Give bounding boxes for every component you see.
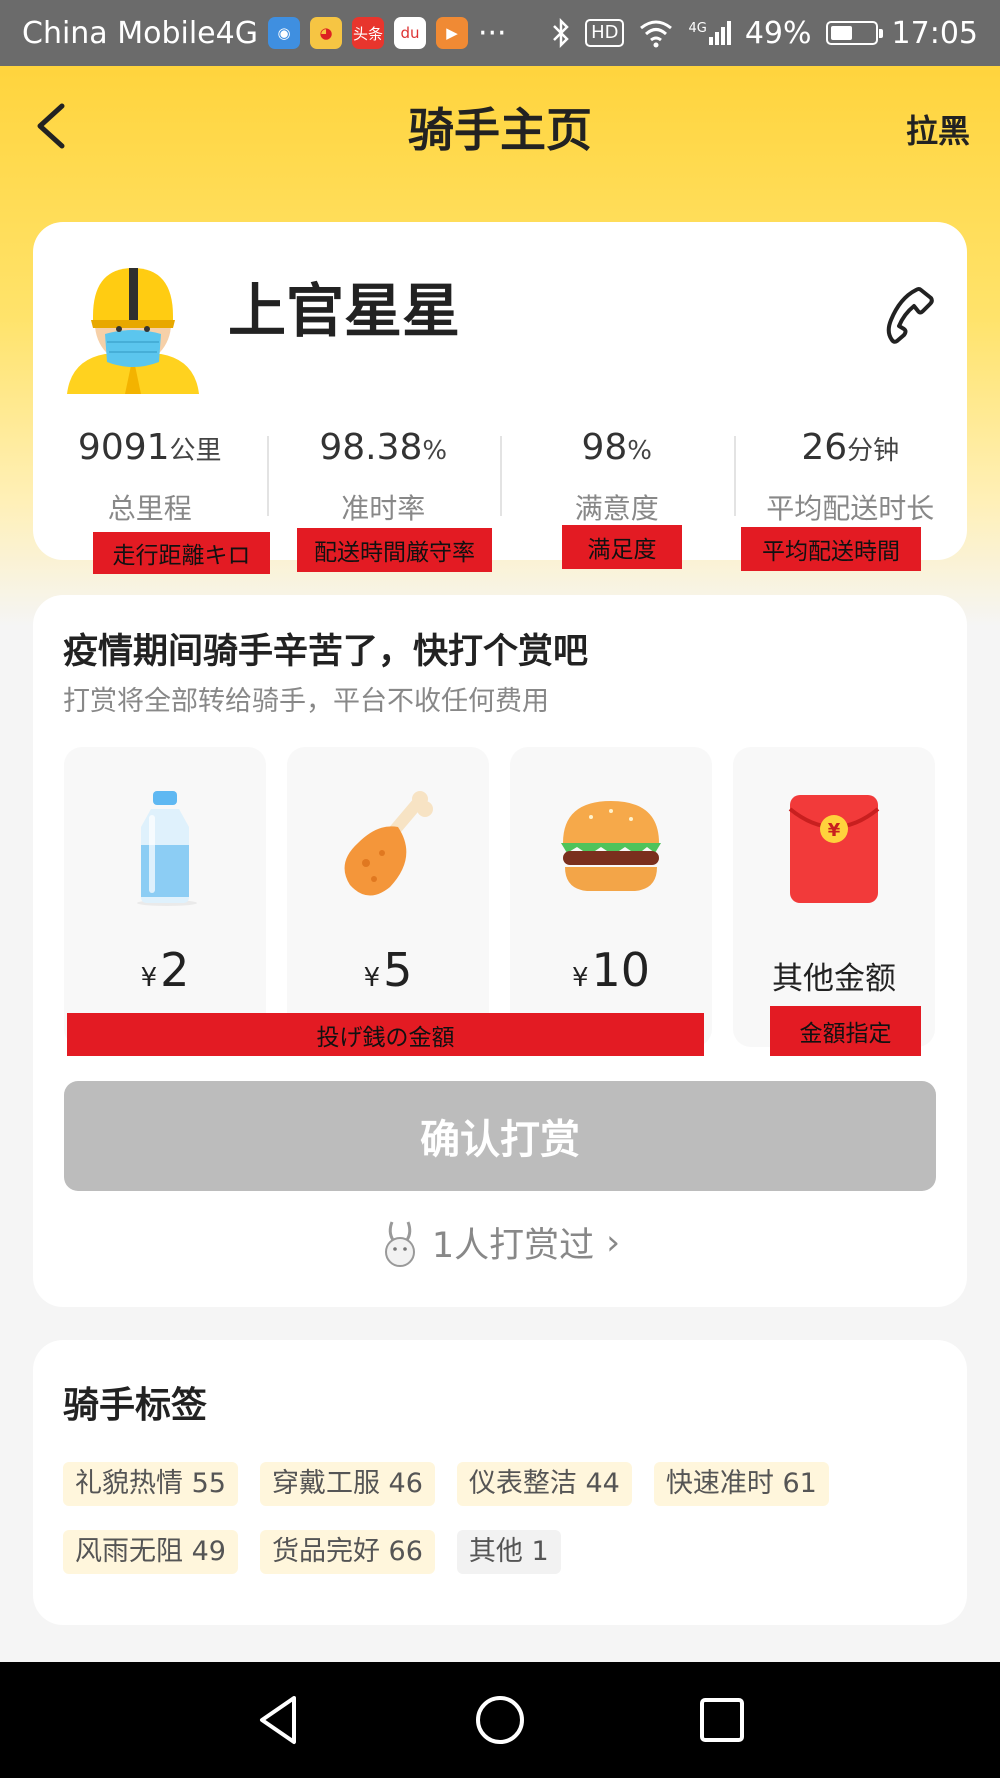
tip-title: 疫情期间骑手辛苦了，快打个赏吧 <box>63 632 589 672</box>
tag-item[interactable]: 风雨无阻 49 <box>63 1530 238 1574</box>
clock: 17:05 <box>891 15 978 51</box>
annotation-tip-amount: 投げ銭の金額 <box>67 1013 704 1056</box>
water-bottle-icon <box>137 791 197 906</box>
stat-label: 总里程 <box>107 492 192 525</box>
tip-amount-value: 2 <box>160 943 190 997</box>
toutiao-icon: 头条 <box>351 17 384 49</box>
tag-item[interactable]: 仪表整洁 44 <box>456 1462 632 1506</box>
page-title: 骑手主页 <box>408 103 592 157</box>
tip-amount: ¥5 <box>287 943 489 997</box>
stat-value: 26 <box>801 427 848 468</box>
browser-icon: ◉ <box>267 17 300 49</box>
annotation-custom-amount: 金額指定 <box>770 1006 921 1056</box>
more-notifications: ··· <box>477 15 507 51</box>
hd-badge: HD <box>585 19 625 47</box>
stat-value: 98 <box>581 427 628 468</box>
stat-satisfaction: 98% 满意度 <box>500 426 734 525</box>
stat-total-distance: 9091公里 总里程 <box>33 426 267 525</box>
back-triangle-icon[interactable] <box>250 1690 310 1750</box>
bluetooth-icon <box>553 17 569 49</box>
wifi-icon <box>640 20 673 48</box>
tip-amount: ¥2 <box>64 943 266 997</box>
stat-value: 98.38 <box>319 427 423 468</box>
tag-item[interactable]: 穿戴工服 46 <box>259 1462 435 1506</box>
home-circle-icon[interactable] <box>470 1690 530 1750</box>
tippers-link[interactable]: 1人打赏过 › <box>33 1217 967 1268</box>
currency-symbol: ¥ <box>140 963 158 993</box>
annotation-avg-time: 平均配送時間 <box>741 527 921 571</box>
envelope-yen-symbol: ¥ <box>828 820 841 841</box>
signal-icon: 4G <box>688 21 731 45</box>
tag-item[interactable]: 其他 1 <box>456 1530 561 1574</box>
tippers-count: 1人打赏过 <box>431 1226 595 1266</box>
tip-amount-value: 10 <box>591 943 651 997</box>
chicken-leg-icon <box>344 791 433 896</box>
chevron-right-icon: › <box>606 1222 621 1263</box>
stat-unit: % <box>422 436 448 466</box>
blacklist-button[interactable]: 拉黑 <box>906 106 970 152</box>
annotation-on-time: 配送時間厳守率 <box>297 528 492 572</box>
stat-unit: % <box>627 436 653 466</box>
recents-square-icon[interactable] <box>692 1690 752 1750</box>
du-icon: du <box>393 17 426 49</box>
bunny-icon <box>384 1220 415 1267</box>
battery-percent: 49% <box>744 15 812 51</box>
stat-on-time-rate: 98.38% 准时率 <box>266 426 501 525</box>
rider-name: 上官星星 <box>228 277 461 345</box>
video-icon: ▶ <box>435 17 468 49</box>
currency-symbol: ¥ <box>571 963 589 993</box>
stat-unit: 公里 <box>169 436 222 466</box>
burger-icon <box>561 801 661 891</box>
tag-list: 礼貌热情 55 穿戴工服 46 仪表整洁 44 快速准时 61 风雨无阻 49 … <box>63 1462 943 1574</box>
tip-option-2[interactable]: ¥2 <box>64 747 266 1047</box>
tip-option-10[interactable]: ¥10 <box>510 747 712 1047</box>
tip-amount-other: 其他金额 <box>772 961 896 997</box>
status-bar: China Mobile4G ◉ ◕ 头条 du ▶ ··· HD 4G 49%… <box>0 0 1000 66</box>
annotation-satisfaction: 満足度 <box>562 525 682 569</box>
rider-stats: 9091公里 总里程 98.38% 准时率 98% 满意度 26分钟 平均配送时… <box>33 426 968 525</box>
stat-avg-delivery-time: 26分钟 平均配送时长 <box>733 426 968 525</box>
rider-avatar <box>67 268 199 394</box>
confirm-tip-button[interactable]: 确认打赏 <box>64 1081 936 1191</box>
tip-card: 疫情期间骑手辛苦了，快打个赏吧 打赏将全部转给骑手，平台不收任何费用 ¥2 ¥5 <box>33 595 967 1307</box>
system-navigation-bar <box>0 1662 1000 1778</box>
stat-label: 准时率 <box>341 492 426 525</box>
tags-title: 骑手标签 <box>63 1385 208 1426</box>
tip-amount: ¥10 <box>510 943 712 997</box>
tip-amount-value: 5 <box>383 943 413 997</box>
tag-item[interactable]: 货品完好 66 <box>259 1530 435 1574</box>
red-envelope-icon: ¥ <box>788 795 880 903</box>
tag-item[interactable]: 快速准时 61 <box>653 1462 829 1506</box>
carrier-name: China Mobile4G <box>22 15 258 51</box>
rider-profile-card: 上官星星 9091公里 总里程 98.38% 准时率 98% 满意度 26分钟 … <box>33 222 967 560</box>
tip-subtitle: 打赏将全部转给骑手，平台不收任何费用 <box>63 686 549 717</box>
tip-option-5[interactable]: ¥5 <box>287 747 489 1047</box>
tip-option-other[interactable]: ¥ 其他金额 <box>733 747 935 1047</box>
weibo-icon: ◕ <box>309 17 342 49</box>
currency-symbol: ¥ <box>363 963 381 993</box>
phone-icon[interactable] <box>883 284 939 344</box>
stat-label: 满意度 <box>574 492 659 525</box>
battery-icon <box>825 21 883 45</box>
rider-tags-card: 骑手标签 礼貌热情 55 穿戴工服 46 仪表整洁 44 快速准时 61 风雨无… <box>33 1340 967 1625</box>
annotation-distance: 走行距離キロ <box>93 532 270 574</box>
nav-bar: 骑手主页 拉黑 <box>0 66 1000 186</box>
stat-label: 平均配送时长 <box>766 492 935 525</box>
network-type: 4G <box>688 21 707 36</box>
stat-unit: 分钟 <box>847 436 900 466</box>
tag-item[interactable]: 礼貌热情 55 <box>63 1462 238 1506</box>
stat-value: 9091 <box>77 427 170 468</box>
